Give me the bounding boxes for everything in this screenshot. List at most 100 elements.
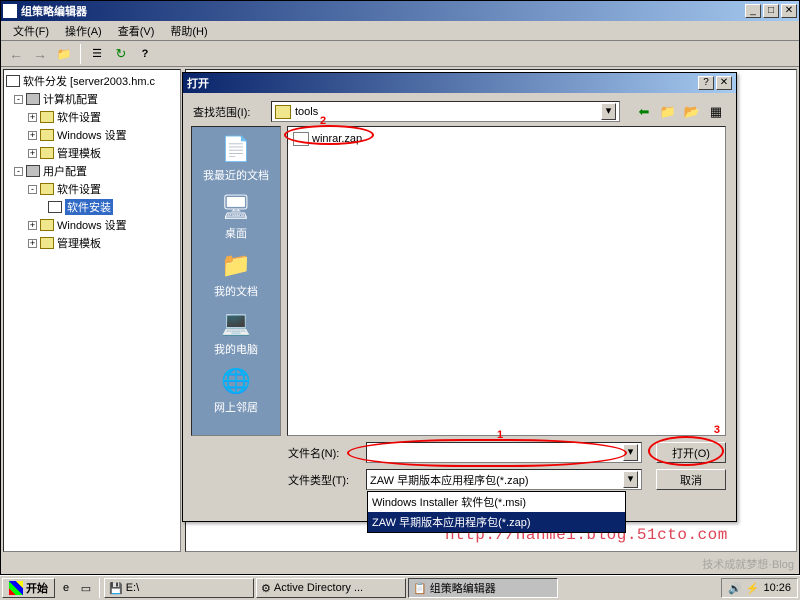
filetype-row: 文件类型(T): ZAW 早期版本应用程序包(*.zap) ▾ Windows … <box>193 469 726 490</box>
tree-software-settings[interactable]: + 软件设置 <box>6 108 178 126</box>
place-network[interactable]: 网上邻居 <box>214 365 258 415</box>
dialog-help-button[interactable]: ? <box>698 76 714 90</box>
drive-icon: 💾 <box>109 582 123 595</box>
filetype-combo[interactable]: ZAW 早期版本应用程序包(*.zap) ▾ Windows Installer… <box>366 469 642 490</box>
tree-label: 软件设置 <box>57 109 101 125</box>
tree-software-install[interactable]: 软件安装 <box>6 198 178 216</box>
filename-label: 文件名(N): <box>288 445 360 461</box>
tree-computer-config[interactable]: - 计算机配置 <box>6 90 178 108</box>
desktop-icon <box>220 191 252 223</box>
titlebar[interactable]: 组策略编辑器 _ □ ✕ <box>1 1 799 21</box>
up-button[interactable] <box>53 43 75 65</box>
tree-user-software-settings[interactable]: -软件设置 <box>6 180 178 198</box>
tree-label: 管理模板 <box>57 145 101 161</box>
filetype-dropdown[interactable]: Windows Installer 软件包(*.msi) ZAW 早期版本应用程… <box>367 491 626 533</box>
task-ad[interactable]: ⚙Active Directory ... <box>256 578 406 598</box>
folder-icon <box>40 183 54 195</box>
file-icon <box>293 132 309 146</box>
menu-help[interactable]: 帮助(H) <box>162 21 215 41</box>
recent-icon <box>220 133 252 165</box>
filetype-option-selected[interactable]: ZAW 早期版本应用程序包(*.zap) <box>368 512 625 532</box>
dialog-close-button[interactable]: ✕ <box>716 76 732 90</box>
dialog-bottom: 文件名(N): ▾ 1 打开(O) 3 文件类型(T): ZAW 早期版本应用程… <box>183 436 736 502</box>
tree-root[interactable]: 软件分发 [server2003.hm.c <box>6 72 178 90</box>
dropdown-icon[interactable]: ▾ <box>601 103 616 120</box>
expand-icon[interactable]: - <box>28 185 37 194</box>
tree-root-label: 软件分发 [server2003.hm.c <box>23 73 155 89</box>
place-desktop[interactable]: 桌面 <box>220 191 252 241</box>
menu-file[interactable]: 文件(F) <box>5 21 57 41</box>
tray-icon[interactable]: 🔊 <box>728 582 742 595</box>
tree-button[interactable] <box>86 43 108 65</box>
quicklaunch-ie[interactable]: e <box>57 579 75 597</box>
expand-icon[interactable]: + <box>28 221 37 230</box>
minimize-button[interactable]: _ <box>745 4 761 18</box>
user-icon <box>26 165 40 177</box>
maximize-button[interactable]: □ <box>763 4 779 18</box>
tray-icon[interactable]: ⚡ <box>746 582 760 595</box>
places-bar: 我最近的文档 桌面 我的文档 我的电脑 网上邻居 <box>191 126 281 436</box>
file-item[interactable]: winrar.zap <box>292 131 721 147</box>
refresh-button[interactable] <box>110 43 132 65</box>
up-folder-icon[interactable] <box>658 102 678 122</box>
nav-icons: ⬅ <box>634 102 726 122</box>
dropdown-icon[interactable]: ▾ <box>623 444 638 461</box>
cancel-button[interactable]: 取消 <box>656 469 726 490</box>
start-button[interactable]: 开始 <box>2 578 55 598</box>
quicklaunch-desktop[interactable]: ▭ <box>77 579 95 597</box>
folder-icon <box>40 129 54 141</box>
mycomputer-icon <box>220 307 252 339</box>
tree-user-windows-settings[interactable]: +Windows 设置 <box>6 216 178 234</box>
tree-user-admin-templates[interactable]: +管理模板 <box>6 234 178 252</box>
menubar: 文件(F) 操作(A) 查看(V) 帮助(H) <box>1 21 799 41</box>
taskbar: 开始 e ▭ 💾E:\ ⚙Active Directory ... 📋组策略编辑… <box>0 575 800 600</box>
window-title: 组策略编辑器 <box>21 3 743 19</box>
menu-action[interactable]: 操作(A) <box>57 21 110 41</box>
gpedit-icon: 📋 <box>413 582 427 595</box>
tree-pane[interactable]: 软件分发 [server2003.hm.c - 计算机配置 + 软件设置 + Wind… <box>3 69 181 552</box>
file-name: winrar.zap <box>312 133 362 145</box>
tree-user-config[interactable]: -用户配置 <box>6 162 178 180</box>
forward-button[interactable] <box>29 43 51 65</box>
close-button[interactable]: ✕ <box>781 4 797 18</box>
back-button[interactable] <box>5 43 27 65</box>
tree-windows-settings[interactable]: + Windows 设置 <box>6 126 178 144</box>
place-mycomputer[interactable]: 我的电脑 <box>214 307 258 357</box>
back-icon[interactable]: ⬅ <box>634 102 654 122</box>
folder-icon <box>40 147 54 159</box>
system-tray[interactable]: 🔊 ⚡ 10:26 <box>721 578 798 598</box>
dropdown-icon[interactable]: ▾ <box>623 471 638 488</box>
expand-icon[interactable]: - <box>14 167 23 176</box>
clock: 10:26 <box>763 582 791 594</box>
filetype-option[interactable]: Windows Installer 软件包(*.msi) <box>368 492 625 512</box>
task-explorer[interactable]: 💾E:\ <box>104 578 254 598</box>
place-mydocs[interactable]: 我的文档 <box>214 249 258 299</box>
ad-icon: ⚙ <box>261 582 271 595</box>
expand-icon[interactable]: + <box>28 131 37 140</box>
view-menu-icon[interactable] <box>706 102 726 122</box>
filename-input[interactable]: ▾ 1 <box>366 442 642 463</box>
tree-label: Windows 设置 <box>57 127 127 143</box>
menu-view[interactable]: 查看(V) <box>110 21 163 41</box>
tree-admin-templates[interactable]: + 管理模板 <box>6 144 178 162</box>
dialog-titlebar[interactable]: 打开 ? ✕ <box>183 73 736 93</box>
new-folder-icon[interactable] <box>682 102 702 122</box>
task-gpedit[interactable]: 📋组策略编辑器 <box>408 578 558 598</box>
app-icon <box>3 4 17 18</box>
folder-icon <box>40 237 54 249</box>
place-recent[interactable]: 我最近的文档 <box>203 133 269 183</box>
tree-label: 计算机配置 <box>43 91 98 107</box>
lookin-combo[interactable]: tools ▾ <box>271 101 620 122</box>
folder-icon <box>40 111 54 123</box>
dialog-body: 我最近的文档 桌面 我的文档 我的电脑 网上邻居 winrar.zap 2 <box>183 126 736 436</box>
filename-row: 文件名(N): ▾ 1 打开(O) 3 <box>193 442 726 463</box>
task-label: E:\ <box>126 582 139 594</box>
expand-icon[interactable]: + <box>28 239 37 248</box>
open-button[interactable]: 打开(O) <box>656 442 726 463</box>
place-label: 桌面 <box>225 225 247 241</box>
expand-icon[interactable]: + <box>28 113 37 122</box>
file-list[interactable]: winrar.zap 2 <box>287 126 726 436</box>
help-button[interactable] <box>134 43 156 65</box>
expand-icon[interactable]: + <box>28 149 37 158</box>
expand-icon[interactable]: - <box>14 95 23 104</box>
